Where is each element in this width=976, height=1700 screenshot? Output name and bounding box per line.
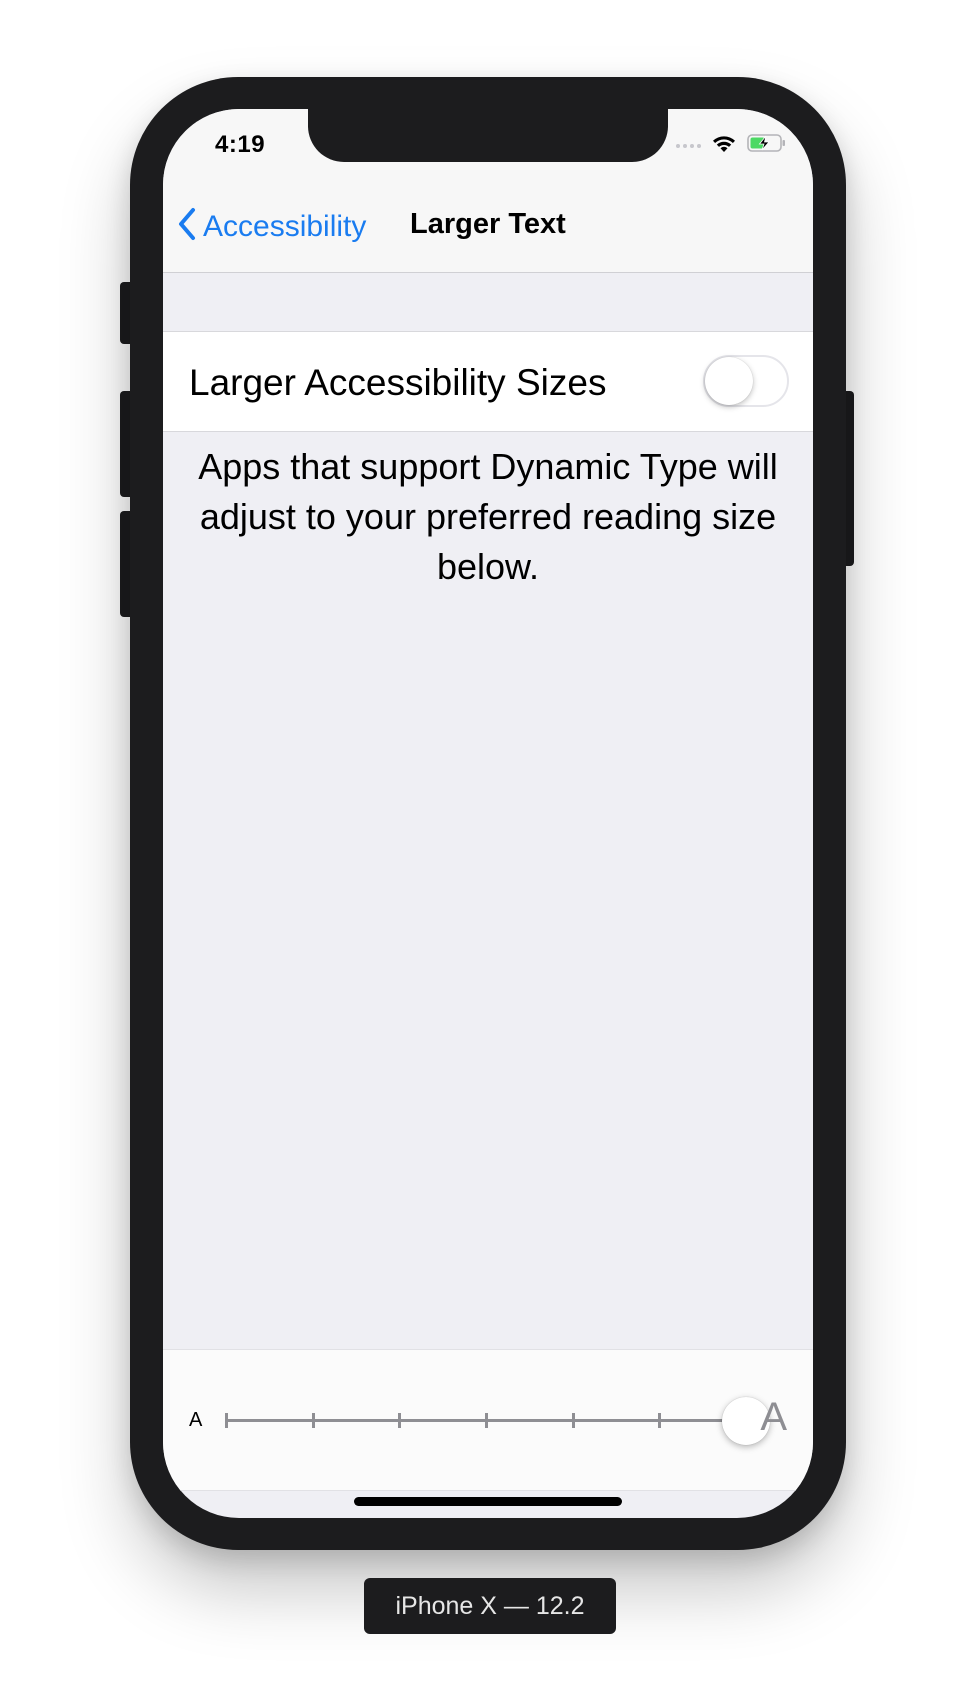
text-size-slider-panel: A A — [163, 1349, 813, 1491]
slider-tick — [398, 1413, 402, 1428]
notch — [308, 109, 668, 162]
cellular-signal-icon — [676, 143, 701, 148]
device-screen: 4:19 Accessibility Larger Text Larger Ac… — [163, 109, 813, 1518]
battery-charging-icon — [747, 133, 787, 158]
chevron-left-icon — [177, 207, 197, 246]
large-text-label: A — [760, 1395, 787, 1439]
small-text-label: A — [189, 1409, 203, 1431]
slider-tick — [485, 1413, 488, 1428]
simulator-stage: 4:19 Accessibility Larger Text Larger Ac… — [0, 0, 976, 1700]
dynamic-type-description: Apps that support Dynamic Type will adju… — [198, 446, 778, 587]
back-button-label: Accessibility — [203, 209, 367, 243]
larger-accessibility-sizes-label: Larger Accessibility Sizes — [189, 362, 607, 403]
toggle-knob — [705, 357, 753, 405]
status-icons — [676, 133, 787, 158]
larger-accessibility-sizes-toggle[interactable] — [703, 355, 789, 407]
device-label: iPhone X — 12.2 — [364, 1578, 616, 1634]
slider-tick — [658, 1413, 662, 1428]
back-button[interactable]: Accessibility — [177, 207, 366, 246]
larger-accessibility-sizes-row: Larger Accessibility Sizes — [163, 331, 813, 432]
navigation-bar: Accessibility Larger Text — [163, 165, 813, 273]
text-size-slider-track[interactable] — [225, 1413, 748, 1428]
page-title: Larger Text — [410, 208, 566, 240]
home-indicator[interactable] — [354, 1497, 622, 1506]
slider-tick — [225, 1413, 228, 1428]
wifi-icon — [711, 133, 737, 158]
slider-tick — [571, 1413, 575, 1428]
slider-tick — [311, 1413, 315, 1428]
status-time: 4:19 — [215, 131, 266, 158]
